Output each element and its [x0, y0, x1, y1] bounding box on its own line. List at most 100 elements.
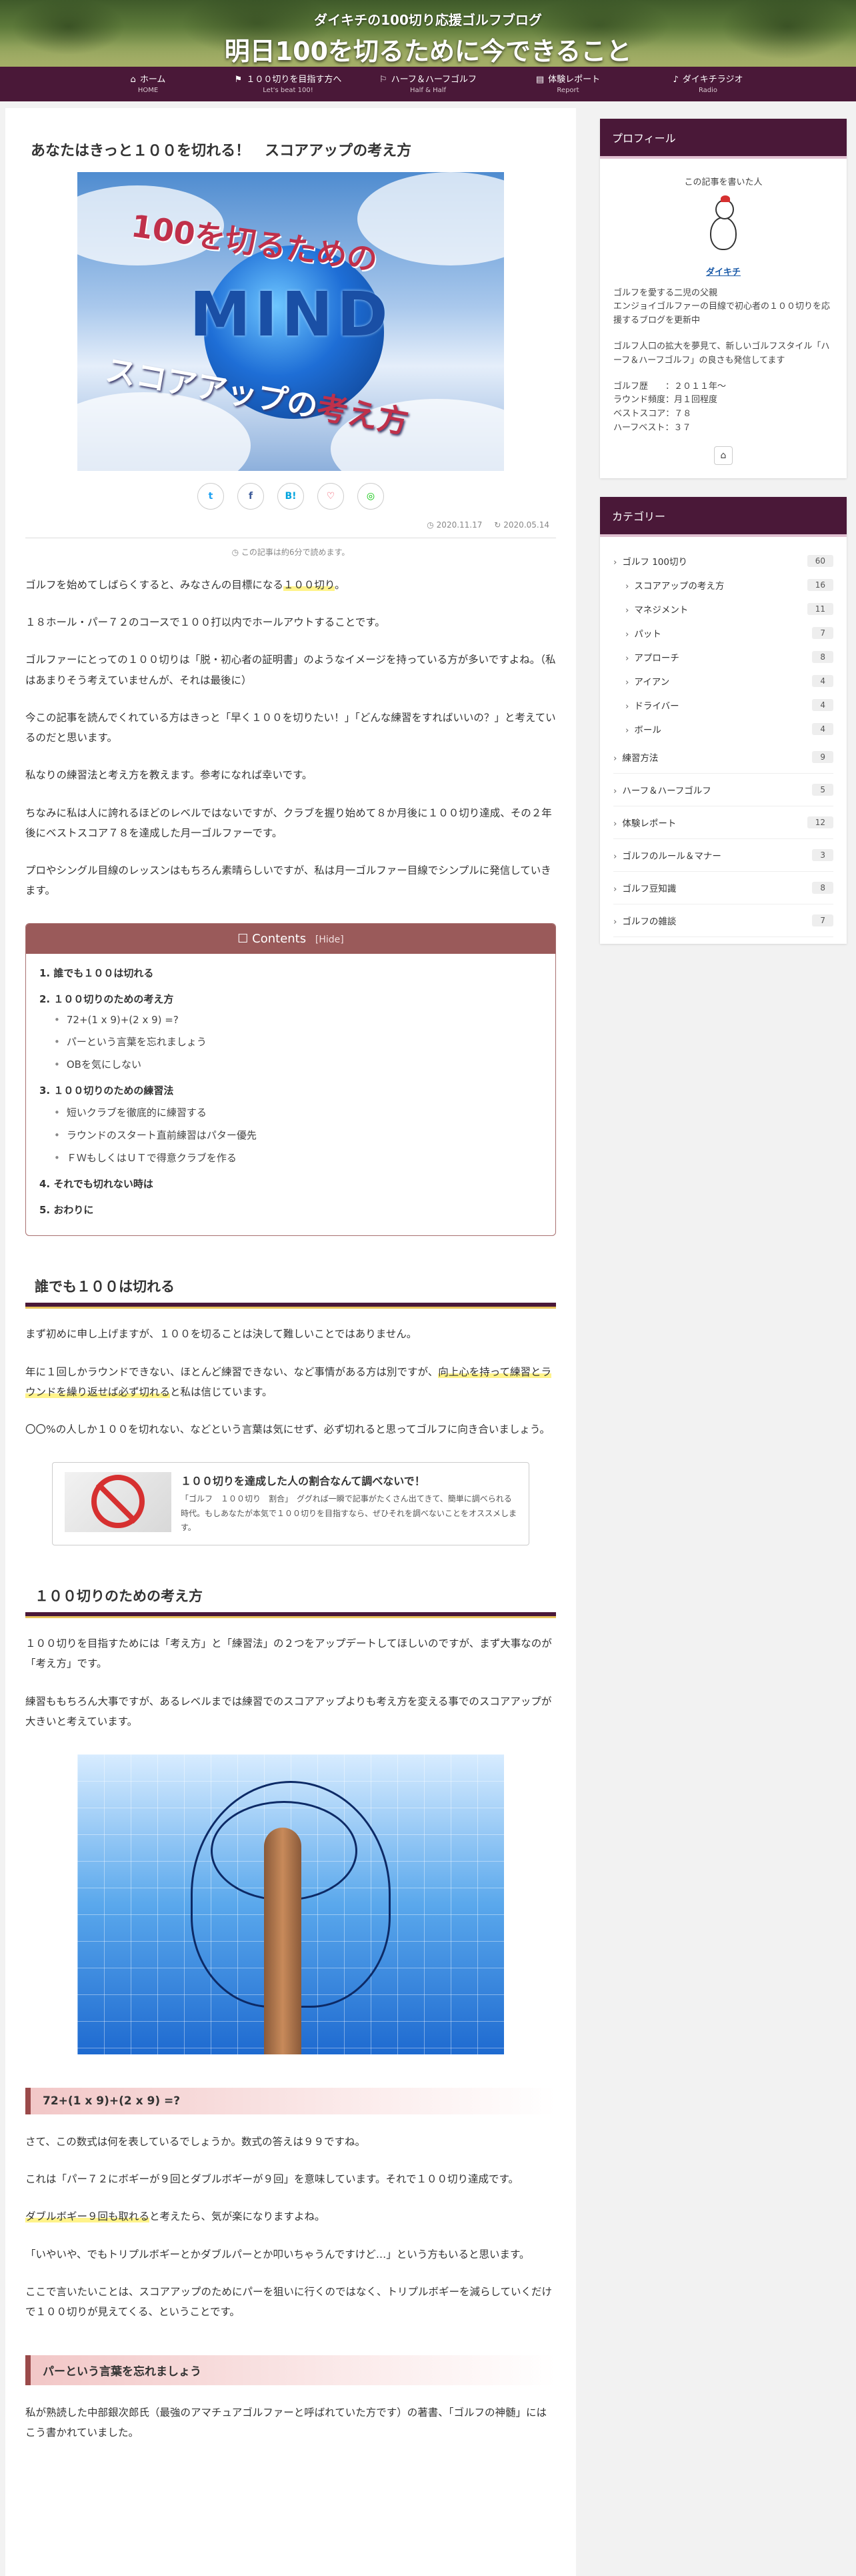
twitter-share-button[interactable]: t — [197, 483, 224, 510]
category-item[interactable]: スコアアップの考え方 16 — [613, 573, 833, 597]
category-item[interactable]: ゴルフのルール＆マナー 3 — [613, 839, 833, 872]
subsection-heading: パーという言葉を忘れましょう — [25, 2355, 556, 2386]
card-snippet: 「ゴルフ １００切り 割合」 ググれば一瞬で記事がたくさん出てきて、簡単に調べら… — [181, 1494, 517, 1533]
profile-name[interactable]: ダイキチ — [613, 266, 833, 280]
body-paragraph: さて、この数式は何を表しているでしょうか。数式の答えは９９ですね。 — [25, 2135, 365, 2148]
updated-date: 2020.05.14 — [503, 520, 549, 530]
post-dates: ◷ 2020.11.17 ↻ 2020.05.14 — [25, 520, 556, 530]
toc-item[interactable]: 3. １００切りのための練習法 — [39, 1083, 542, 1097]
category-list: ゴルフ 100切り 60 スコアアップの考え方 16 マネジメント 11 パット 7 アプローチ… — [600, 537, 847, 944]
section-heading: 誰でも１００は切れる — [25, 1276, 556, 1309]
category-label: アプローチ — [625, 650, 679, 664]
category-count: 12 — [807, 816, 833, 828]
nav-home[interactable]: ⌂ ホーム HOME — [78, 67, 218, 101]
site-title[interactable]: 明日100を切るために今できること — [0, 31, 856, 67]
category-count: 7 — [812, 626, 833, 639]
nav-beat-100[interactable]: ⚑ １００切りを目指す方へ Let's beat 100! — [218, 67, 358, 101]
toc-item[interactable]: 4. それでも切れない時は — [39, 1177, 542, 1191]
category-count: 4 — [812, 722, 833, 735]
profile-frequency: ラウンド頻度：月１回程度 — [613, 395, 718, 406]
category-item[interactable]: ドライバー 4 — [613, 693, 833, 717]
category-count: 8 — [812, 650, 833, 663]
category-item[interactable]: ゴルフ 100切り 60 — [613, 549, 833, 573]
category-item[interactable]: ゴルフ豆知識 8 — [613, 872, 833, 904]
toc-item[interactable]: 2. １００切りのための考え方 — [39, 992, 542, 1006]
toc-item[interactable]: 1. 誰でも１００は切れる — [39, 966, 542, 980]
body-paragraph: 「いやいや、でもトリプルボギーとかダブルパーとか叩いちゃうんですけど…」という方… — [25, 2248, 530, 2261]
category-count: 16 — [807, 578, 833, 591]
category-item[interactable]: ボール 4 — [613, 717, 833, 741]
toc-subitem[interactable]: 72+(1 x 9)+(2 x 9) =? — [54, 1014, 542, 1026]
category-count: 7 — [812, 914, 833, 926]
site-subtitle: ダイキチの100切り応援ゴルフブログ — [314, 12, 542, 28]
section-heading: １００切りのための考え方 — [25, 1585, 556, 1619]
avatar[interactable] — [703, 195, 743, 263]
category-item[interactable]: パット 7 — [613, 621, 833, 645]
related-article-card[interactable]: １００切りを達成した人の割合なんて調べないで！ 「ゴルフ １００切り 割合」 グ… — [52, 1462, 529, 1546]
intro-paragraph: プロやシングル目線のレッスンはもちろん素晴らしいですが、私は月一ゴルファー目線で… — [25, 864, 551, 897]
site-header: ダイキチの100切り応援ゴルフブログ 明日100を切るために今できること — [0, 0, 856, 67]
toc-subitem[interactable]: パーという言葉を忘れましょう — [54, 1035, 542, 1049]
toc-subitem[interactable]: 短いクラブを徹底的に練習する — [54, 1105, 542, 1119]
intro-paragraph: ゴルファーにとっての１００切りは「脱・初心者の証明書」のようなイメージを持ってい… — [25, 654, 556, 686]
no-sign-icon — [91, 1475, 145, 1529]
line-share-button[interactable]: ◎ — [357, 483, 384, 510]
category-item[interactable]: ハーフ＆ハーフゴルフ 5 — [613, 774, 833, 806]
category-label: パット — [625, 626, 661, 640]
facebook-share-button[interactable]: f — [237, 483, 264, 510]
toc-subitem[interactable]: ＦＷもしくはＵＴで得意クラブを作る — [54, 1151, 542, 1165]
refresh-icon: ↻ — [494, 520, 501, 530]
category-item[interactable]: ゴルフの雑談 7 — [613, 904, 833, 937]
clock-icon: ◷ — [231, 548, 241, 557]
subsection-heading: 72+(1 x 9)+(2 x 9) =? — [25, 2087, 556, 2114]
body-paragraph: 私が熟読した中部銀次郎氏（最強のアマチュアゴルファーと呼ばれていた方です）の著書… — [25, 2407, 547, 2439]
category-item[interactable]: マネジメント 11 — [613, 597, 833, 621]
toc-subitem[interactable]: ラウンドのスタート直前練習はパター優先 — [54, 1128, 542, 1142]
profile-half: ハーフベスト：３７ — [613, 422, 691, 433]
category-label: スコアアップの考え方 — [625, 578, 724, 592]
profile-best: ベストスコア：７８ — [613, 409, 692, 420]
profile-widget: プロフィール この記事を書いた人 ダイキチ ゴルフを愛する二児の父親 エンジョイ… — [600, 119, 847, 478]
category-label: ドライバー — [625, 698, 679, 712]
table-of-contents: ☐ Contents [Hide] 1. 誰でも１００は切れる 2. １００切り… — [25, 923, 556, 1237]
category-count: 4 — [812, 674, 833, 687]
toc-subitem[interactable]: OBを気にしない — [54, 1057, 542, 1071]
toc-hide-toggle[interactable]: [Hide] — [315, 934, 344, 945]
toc-body: 1. 誰でも１００は切れる 2. １００切りのための考え方 72+(1 x 9)… — [26, 954, 555, 1235]
category-item[interactable]: アイアン 4 — [613, 669, 833, 693]
profile-bio: ゴルフを愛する二児の父親 — [613, 287, 718, 298]
eyecatch-text-mind: MIND — [189, 279, 392, 350]
published-date: 2020.11.17 — [436, 520, 483, 530]
radio-icon: ♪ — [673, 75, 679, 85]
category-label: 体験レポート — [613, 816, 676, 829]
card-title: １００切りを達成した人の割合なんて調べないで！ — [181, 1475, 425, 1488]
profile-by: この記事を書いた人 — [684, 177, 763, 187]
category-widget: カテゴリー ゴルフ 100切り 60 スコアアップの考え方 16 マネジメント 11 パット… — [600, 496, 847, 944]
article-title: あなたはきっと１００を切れる！ スコアアップの考え方 — [31, 143, 412, 159]
nav-report[interactable]: ▤ 体験レポート Report — [498, 67, 638, 101]
home-icon[interactable]: ⌂ — [714, 446, 733, 465]
category-count: 5 — [812, 783, 833, 796]
category-item[interactable]: 体験レポート 12 — [613, 806, 833, 839]
nav-half-half[interactable]: ⚐ ハーフ＆ハーフゴルフ Half & Half — [358, 67, 498, 101]
hatena-share-button[interactable]: B! — [277, 483, 304, 510]
pocket-share-button[interactable]: ♡ — [317, 483, 344, 510]
body-paragraph: 練習ももちろん大事ですが、あるレベルまでは練習でのスコアアップよりも考え方を変え… — [25, 1695, 552, 1728]
read-time: ◷ この記事は約6分で読めます。 — [25, 538, 556, 558]
body-paragraph: これは「パー７２にボギーが９回とダブルボギーが９回」を意味しています。それで１０… — [25, 2173, 519, 2186]
toc-item[interactable]: 5. おわりに — [39, 1203, 542, 1217]
category-item[interactable]: アプローチ 8 — [613, 645, 833, 669]
flag-icon: ⚑ — [234, 75, 243, 85]
category-label: ハーフ＆ハーフゴルフ — [613, 783, 711, 796]
intro-paragraph: ゴルフを始めてしばらくすると、みなさんの目標になる１００切り。 — [25, 579, 345, 591]
category-heading: カテゴリー — [600, 496, 847, 537]
brain-finger-image — [77, 1754, 504, 2054]
category-item[interactable]: 練習方法 9 — [613, 741, 833, 774]
list-icon: ☐ — [237, 932, 253, 946]
nav-radio[interactable]: ♪ ダイキチラジオ Radio — [638, 67, 778, 101]
body-paragraph: 〇〇%の人しか１００を切れない、などという言葉は気にせず、必ず切れると思ってゴル… — [25, 1423, 550, 1436]
category-label: ゴルフ豆知識 — [613, 881, 676, 894]
global-nav: ⌂ ホーム HOME ⚑ １００切りを目指す方へ Let's beat 100! ⚐… — [0, 67, 856, 101]
eyecatch-image: 100を切るための MIND スコアアップの考え方 — [77, 172, 504, 471]
article-main: あなたはきっと１００を切れる！ スコアアップの考え方 100を切るための MIN… — [5, 108, 576, 2576]
